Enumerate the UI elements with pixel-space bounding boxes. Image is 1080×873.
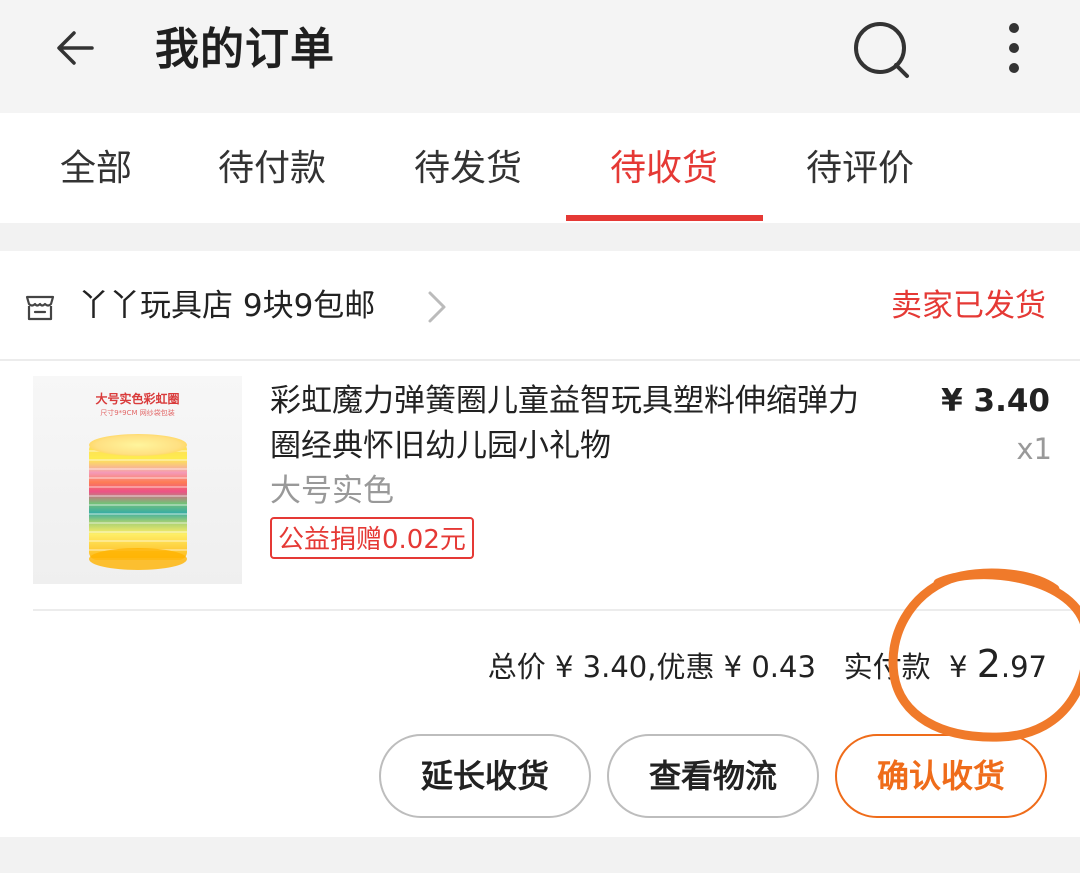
divider — [33, 609, 1080, 611]
paid-label: 实付款 — [843, 650, 931, 684]
spring-coils — [89, 450, 187, 560]
spring-bottom — [89, 548, 187, 570]
paid-currency: ¥ — [949, 650, 968, 684]
view-logistics-button[interactable]: 查看物流 — [607, 734, 819, 818]
extend-receipt-button[interactable]: 延长收货 — [379, 734, 591, 818]
tab-pending-receipt[interactable]: 待收货 — [610, 145, 718, 193]
image-caption: 大号实色彩虹圈 — [95, 392, 180, 406]
product-variant: 大号实色 — [270, 473, 394, 509]
divider — [0, 359, 1080, 361]
page-title: 我的订单 — [155, 24, 335, 75]
top-bar: 我的订单 — [0, 0, 1080, 113]
tab-all[interactable]: 全部 — [60, 145, 132, 193]
product-image[interactable]: 大号实色彩虹圈 尺寸9*9CM 网纱袋包装 — [33, 376, 242, 584]
confirm-receipt-button[interactable]: 确认收货 — [835, 734, 1047, 818]
chevron-right-icon[interactable] — [422, 287, 450, 327]
charity-badge: 公益捐赠0.02元 — [270, 517, 474, 559]
order-summary: 总价 ¥ 3.40,优惠 ¥ 0.43 实付款 ¥ 2.97 — [488, 637, 1047, 694]
tab-pending-payment[interactable]: 待付款 — [218, 145, 326, 193]
image-subcaption: 尺寸9*9CM 网纱袋包装 — [100, 409, 175, 417]
tab-pending-review[interactable]: 待评价 — [806, 145, 914, 193]
total-and-discount: 总价 ¥ 3.40,优惠 ¥ 0.43 — [487, 650, 816, 684]
unit-price: ¥ 3.40 — [941, 383, 1050, 419]
quantity: x1 — [1016, 432, 1052, 466]
active-tab-indicator — [566, 215, 763, 221]
store-icon — [25, 295, 55, 321]
order-status: 卖家已发货 — [891, 288, 1046, 324]
tab-pending-shipment[interactable]: 待发货 — [414, 145, 522, 193]
store-name[interactable]: 丫丫玩具店 9块9包邮 — [78, 283, 375, 329]
paid-amount-dec: .97 — [1000, 650, 1047, 684]
more-vertical-icon[interactable] — [996, 20, 1032, 76]
order-card: 丫丫玩具店 9块9包邮 卖家已发货 大号实色彩虹圈 尺寸9*9CM 网纱袋包装 … — [0, 251, 1080, 837]
paid-amount-int: 2 — [976, 642, 1001, 686]
product-title[interactable]: 彩虹魔力弹簧圈儿童益智玩具塑料伸缩弹力圈经典怀旧幼儿园小礼物 — [270, 379, 870, 469]
search-icon[interactable] — [850, 18, 914, 82]
spring-top — [89, 434, 187, 456]
order-tabs: 全部 待付款 待发货 待收货 待评价 — [0, 113, 1080, 223]
back-arrow-icon[interactable] — [52, 22, 104, 74]
